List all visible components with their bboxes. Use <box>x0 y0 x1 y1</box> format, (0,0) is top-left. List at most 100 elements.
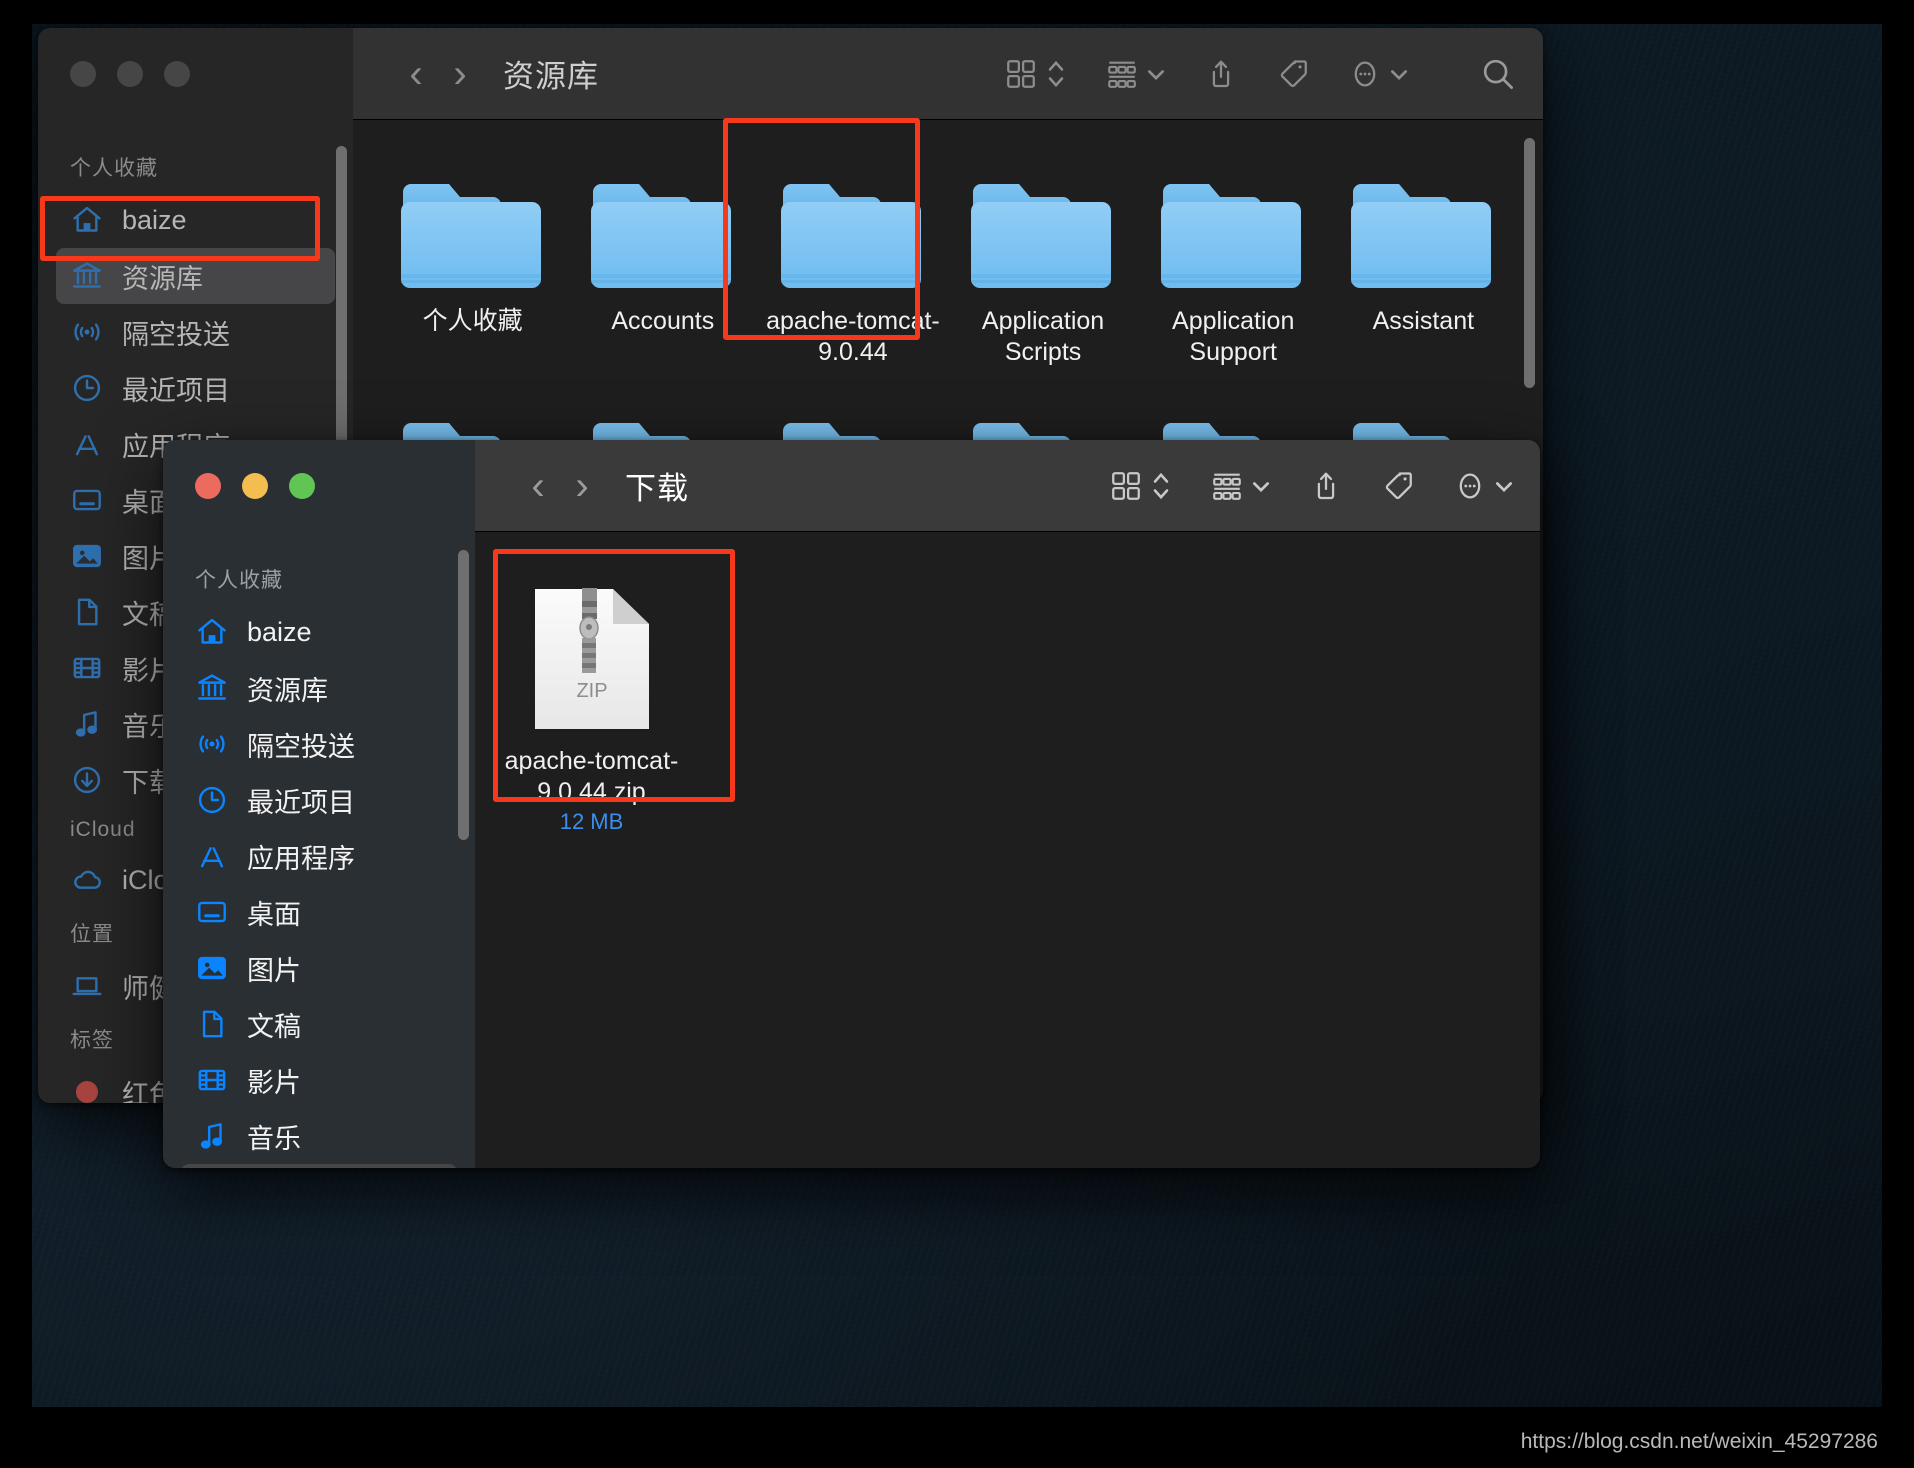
more-button[interactable] <box>1453 469 1514 503</box>
folder-icon[interactable] <box>779 176 927 294</box>
tag-button[interactable] <box>1276 57 1310 91</box>
maximize-button[interactable] <box>289 473 315 499</box>
file-label: Accounts <box>611 307 715 335</box>
folder-icon <box>590 184 731 288</box>
folder-item[interactable]: apache-tomcat-9.0.44 <box>760 176 945 367</box>
group-by-button[interactable] <box>1210 469 1271 503</box>
folder-item[interactable]: 个人收藏 <box>380 176 565 367</box>
folder-icon <box>1161 184 1302 288</box>
sidebar-item-下载[interactable]: 下载 <box>181 1164 457 1168</box>
view-mode-button[interactable] <box>1109 468 1172 504</box>
more-chevron-icon[interactable] <box>1389 64 1409 84</box>
share-icon[interactable] <box>1309 469 1343 503</box>
more-icon[interactable] <box>1453 469 1487 503</box>
tag-button[interactable] <box>1381 469 1415 503</box>
group-chevron-icon[interactable] <box>1146 64 1166 84</box>
back-button[interactable]: ‹ <box>399 52 433 96</box>
minimize-button[interactable] <box>117 61 143 87</box>
window-titlebar[interactable] <box>163 440 475 532</box>
sidebar-item-label: 应用程序 <box>247 843 355 874</box>
group-view-icon[interactable] <box>1105 57 1139 91</box>
forward-button[interactable]: › <box>443 52 477 96</box>
library-icon <box>195 671 229 705</box>
sidebar-item-最近项目[interactable]: 最近项目 <box>181 772 457 828</box>
sidebar-item-label: 隔空投送 <box>247 731 355 762</box>
traffic-lights[interactable] <box>163 473 315 499</box>
finder-window-downloads[interactable]: 个人收藏baize资源库隔空投送最近项目应用程序桌面图片文稿影片音乐下载iClo… <box>163 440 1540 1168</box>
toolbar[interactable]: ‹ › 资源库 <box>353 28 1543 120</box>
traffic-lights[interactable] <box>38 61 190 87</box>
folder-icon <box>400 184 541 288</box>
sidebar-item-图片[interactable]: 图片 <box>181 940 457 996</box>
share-button[interactable] <box>1309 469 1343 503</box>
sidebar-item-文稿[interactable]: 文稿 <box>181 996 457 1052</box>
more-chevron-icon[interactable] <box>1494 476 1514 496</box>
minimize-button[interactable] <box>242 473 268 499</box>
sidebar-item-label: 隔空投送 <box>122 319 230 350</box>
more-button[interactable] <box>1348 57 1409 91</box>
tag-icon[interactable] <box>1276 57 1310 91</box>
file-browser-pane[interactable]: ‹ › 下载 ZIP apache-tomcat-9.0.44.zip 12 M… <box>475 440 1540 1168</box>
search-icon[interactable] <box>1479 55 1517 93</box>
home-icon <box>195 615 229 649</box>
folder-item[interactable]: Application Support <box>1141 176 1326 367</box>
sort-chevron-icon[interactable] <box>1150 468 1172 504</box>
photos-icon <box>195 951 229 985</box>
close-button[interactable] <box>70 61 96 87</box>
icon-view-icon[interactable] <box>1004 57 1038 91</box>
folder-icon[interactable] <box>1349 176 1497 294</box>
sidebar-scrollbar[interactable] <box>458 550 469 840</box>
sidebar-item-baize[interactable]: baize <box>181 604 457 660</box>
folder-item[interactable]: Assistant <box>1331 176 1516 367</box>
nav-buttons[interactable]: ‹ › <box>399 52 477 96</box>
sidebar-item-label: 图片 <box>247 955 301 986</box>
toolbar[interactable]: ‹ › 下载 <box>475 440 1540 532</box>
sidebar-item-label: 桌面 <box>247 899 301 930</box>
icon-view-icon[interactable] <box>1109 469 1143 503</box>
tag-icon[interactable] <box>1381 469 1415 503</box>
close-button[interactable] <box>195 473 221 499</box>
sidebar-item-音乐[interactable]: 音乐 <box>181 1108 457 1164</box>
sidebar-item-资源库[interactable]: 资源库 <box>181 660 457 716</box>
sidebar-item-应用程序[interactable]: 应用程序 <box>181 828 457 884</box>
sidebar-item-baize[interactable]: baize <box>56 192 335 248</box>
view-mode-button[interactable] <box>1004 56 1067 92</box>
sidebar-item-隔空投送[interactable]: 隔空投送 <box>56 304 335 360</box>
search-button[interactable] <box>1479 55 1517 93</box>
sidebar-item-最近项目[interactable]: 最近项目 <box>56 360 335 416</box>
document-icon <box>70 595 104 629</box>
group-view-icon[interactable] <box>1210 469 1244 503</box>
icon-grid[interactable]: ZIP apache-tomcat-9.0.44.zip 12 MB <box>475 532 1540 835</box>
sidebar-item-桌面[interactable]: 桌面 <box>181 884 457 940</box>
sidebar-item-label: 资源库 <box>247 675 328 706</box>
maximize-button[interactable] <box>164 61 190 87</box>
folder-item[interactable]: Application Scripts <box>951 176 1136 367</box>
sidebar-item-label: 资源库 <box>122 263 203 294</box>
zip-file-icon[interactable]: ZIP <box>529 584 655 734</box>
share-button[interactable] <box>1204 57 1238 91</box>
nav-buttons[interactable]: ‹ › <box>521 464 599 508</box>
window-titlebar[interactable] <box>38 28 353 120</box>
back-button[interactable]: ‹ <box>521 464 555 508</box>
folder-item[interactable]: Accounts <box>570 176 755 367</box>
share-icon[interactable] <box>1204 57 1238 91</box>
sidebar-item-隔空投送[interactable]: 隔空投送 <box>181 716 457 772</box>
file-item[interactable]: ZIP apache-tomcat-9.0.44.zip 12 MB <box>499 584 684 835</box>
sort-chevron-icon[interactable] <box>1045 56 1067 92</box>
group-by-button[interactable] <box>1105 57 1166 91</box>
folder-icon[interactable] <box>1159 176 1307 294</box>
sidebar-scrollbar[interactable] <box>336 146 347 446</box>
sidebar-item-资源库[interactable]: 资源库 <box>56 248 335 304</box>
folder-icon[interactable] <box>399 176 547 294</box>
sidebar-item-影片[interactable]: 影片 <box>181 1052 457 1108</box>
sidebar-list[interactable]: 个人收藏baize资源库隔空投送最近项目应用程序桌面图片文稿影片音乐下载iClo… <box>163 532 475 1168</box>
forward-button[interactable]: › <box>565 464 599 508</box>
music-icon <box>195 1119 229 1153</box>
folder-icon[interactable] <box>589 176 737 294</box>
more-icon[interactable] <box>1348 57 1382 91</box>
sidebar[interactable]: 个人收藏baize资源库隔空投送最近项目应用程序桌面图片文稿影片音乐下载iClo… <box>163 440 475 1168</box>
content-scrollbar[interactable] <box>1524 138 1535 388</box>
sidebar-item-label: 最近项目 <box>247 787 355 818</box>
folder-icon[interactable] <box>969 176 1117 294</box>
group-chevron-icon[interactable] <box>1251 476 1271 496</box>
